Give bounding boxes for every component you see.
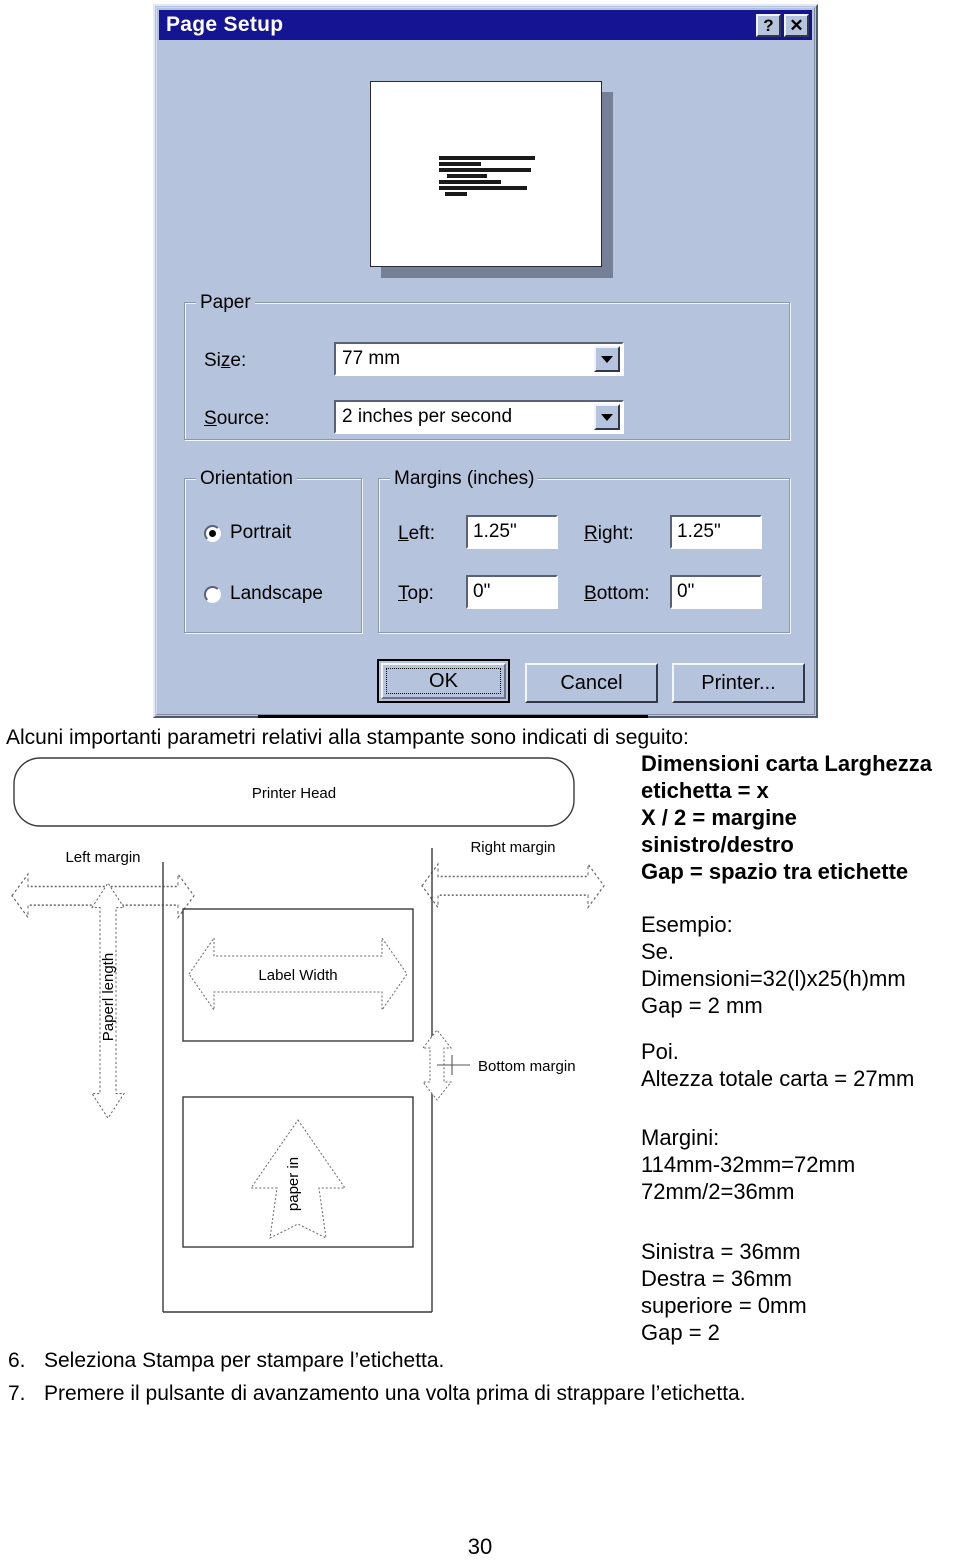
close-icon[interactable]: ✕ — [784, 13, 809, 37]
notes-bold-line: Gap = spazio tra etichette — [641, 859, 909, 884]
notes-margins-line: 72mm/2=36mm — [641, 1179, 795, 1204]
chevron-down-icon[interactable] — [594, 346, 620, 372]
notes-final-line: superiore = 0mm — [641, 1293, 807, 1318]
radio-portrait-label: Portrait — [230, 522, 292, 543]
notes-bold-line: sinistro/destro — [641, 832, 794, 857]
chevron-down-icon[interactable] — [594, 404, 620, 430]
ok-button-inner: OK — [381, 663, 506, 699]
label-paper-in: paper in — [285, 1157, 302, 1211]
page-number: 30 — [467, 1534, 493, 1559]
radio-landscape[interactable]: Landscape — [204, 583, 323, 605]
notes-bold-line: etichetta = x — [641, 778, 769, 803]
orientation-group-title: Orientation — [196, 468, 297, 490]
printer-button-label: Printer... — [701, 671, 776, 694]
label-printer-head: Printer Head — [252, 785, 336, 802]
margin-left-value: 1.25" — [473, 521, 517, 542]
ok-button[interactable]: OK — [377, 659, 510, 703]
notes-margins-block: Margini: 114mm-32mm=72mm 72mm/2=36mm — [641, 1124, 855, 1205]
dialog-title: Page Setup — [166, 13, 284, 36]
radio-portrait[interactable]: Portrait — [204, 522, 291, 544]
margin-top-input[interactable]: 0" — [466, 575, 558, 609]
page-setup-dialog: Page Setup ? ✕ Paper Size: 77 mm Source:… — [153, 4, 818, 718]
margin-right-input[interactable]: 1.25" — [670, 515, 762, 549]
step-number: 7. — [8, 1382, 26, 1405]
paper-size-combo[interactable]: 77 mm — [334, 342, 624, 376]
paper-source-value: 2 inches per second — [342, 406, 513, 427]
radio-landscape-label: Landscape — [230, 583, 323, 604]
page-preview-sheet — [370, 81, 602, 267]
radio-portrait-indicator[interactable] — [204, 524, 221, 542]
notes-final-block: Sinistra = 36mm Destra = 36mm superiore … — [641, 1238, 807, 1346]
notes-final-line: Gap = 2 — [641, 1320, 720, 1345]
printer-button[interactable]: Printer... — [672, 663, 805, 703]
margin-bottom-input[interactable]: 0" — [670, 575, 762, 609]
paper-source-combo[interactable]: 2 inches per second — [334, 400, 624, 434]
margin-top-value: 0" — [473, 581, 491, 602]
notes-example-block: Esempio: Se. Dimensioni=32(l)x25(h)mm Ga… — [641, 911, 906, 1019]
intro-paragraph: Alcuni importanti parametri relativi all… — [6, 726, 689, 749]
notes-margins-line: Margini: — [641, 1125, 720, 1150]
notes-final-line: Destra = 36mm — [641, 1266, 792, 1291]
step-text: Premere il pulsante di avanzamento una v… — [44, 1382, 746, 1405]
margin-left-label: Left: — [398, 523, 435, 544]
margins-group-title: Margins (inches) — [390, 468, 539, 490]
step-number: 6. — [8, 1349, 26, 1372]
margin-right-value: 1.25" — [677, 521, 721, 542]
margin-bottom-label: Bottom: — [584, 583, 650, 604]
notes-example-line: Gap = 2 mm — [641, 993, 763, 1018]
notes-final-line: Sinistra = 36mm — [641, 1239, 801, 1264]
ok-button-focus-ring — [386, 668, 501, 694]
radio-landscape-indicator[interactable] — [204, 585, 221, 603]
page-preview-sample-text — [439, 148, 539, 204]
step-text: Seleziona Stampa per stampare l’etichett… — [44, 1349, 445, 1372]
notes-example-line: Esempio: — [641, 912, 733, 937]
horizontal-rule — [258, 715, 648, 718]
label-paper-length: Paperl length — [100, 953, 117, 1041]
paper-size-value: 77 mm — [342, 348, 401, 369]
notes-example-line: Dimensioni=32(l)x25(h)mm — [641, 966, 906, 991]
label-left-margin: Left margin — [65, 849, 140, 866]
margin-top-label: Top: — [398, 583, 434, 604]
notes-result-block: Poi. Altezza totale carta = 27mm — [641, 1038, 914, 1092]
notes-bold-block: Dimensioni carta Larghezza etichetta = x… — [641, 750, 932, 885]
label-label-width: Label Width — [258, 967, 337, 984]
label-right-margin: Right margin — [470, 839, 555, 856]
notes-margins-line: 114mm-32mm=72mm — [641, 1152, 856, 1177]
paper-group-title: Paper — [196, 292, 255, 314]
margin-left-input[interactable]: 1.25" — [466, 515, 558, 549]
notes-bold-line: X / 2 = margine — [641, 805, 797, 830]
paper-source-label: Source: — [204, 408, 270, 429]
margin-right-label: Right: — [584, 523, 634, 544]
dialog-titlebar[interactable]: Page Setup ? ✕ — [159, 10, 812, 40]
paper-size-label: Size: — [204, 350, 247, 371]
paper-group: Paper Size: 77 mm Source: 2 inches per s… — [184, 292, 791, 441]
page-preview — [370, 81, 615, 281]
label-bottom-margin: Bottom margin — [478, 1058, 576, 1075]
notes-result-line: Poi. — [641, 1039, 679, 1064]
margins-group: Margins (inches) Left: 1.25" Right: 1.25… — [378, 468, 791, 634]
cancel-button-label: Cancel — [560, 671, 623, 694]
titlebar-button-group: ? ✕ — [756, 13, 812, 37]
help-icon[interactable]: ? — [756, 13, 781, 37]
printer-paper-diagram: .thin{fill:none;stroke:#555;stroke-width… — [0, 752, 640, 1352]
margin-bottom-value: 0" — [677, 581, 695, 602]
notes-result-line: Altezza totale carta = 27mm — [641, 1066, 915, 1091]
notes-bold-line: Dimensioni carta Larghezza — [641, 751, 932, 776]
cancel-button[interactable]: Cancel — [525, 663, 658, 703]
orientation-group: Orientation Portrait Landscape — [184, 468, 363, 634]
notes-example-line: Se. — [641, 939, 675, 964]
